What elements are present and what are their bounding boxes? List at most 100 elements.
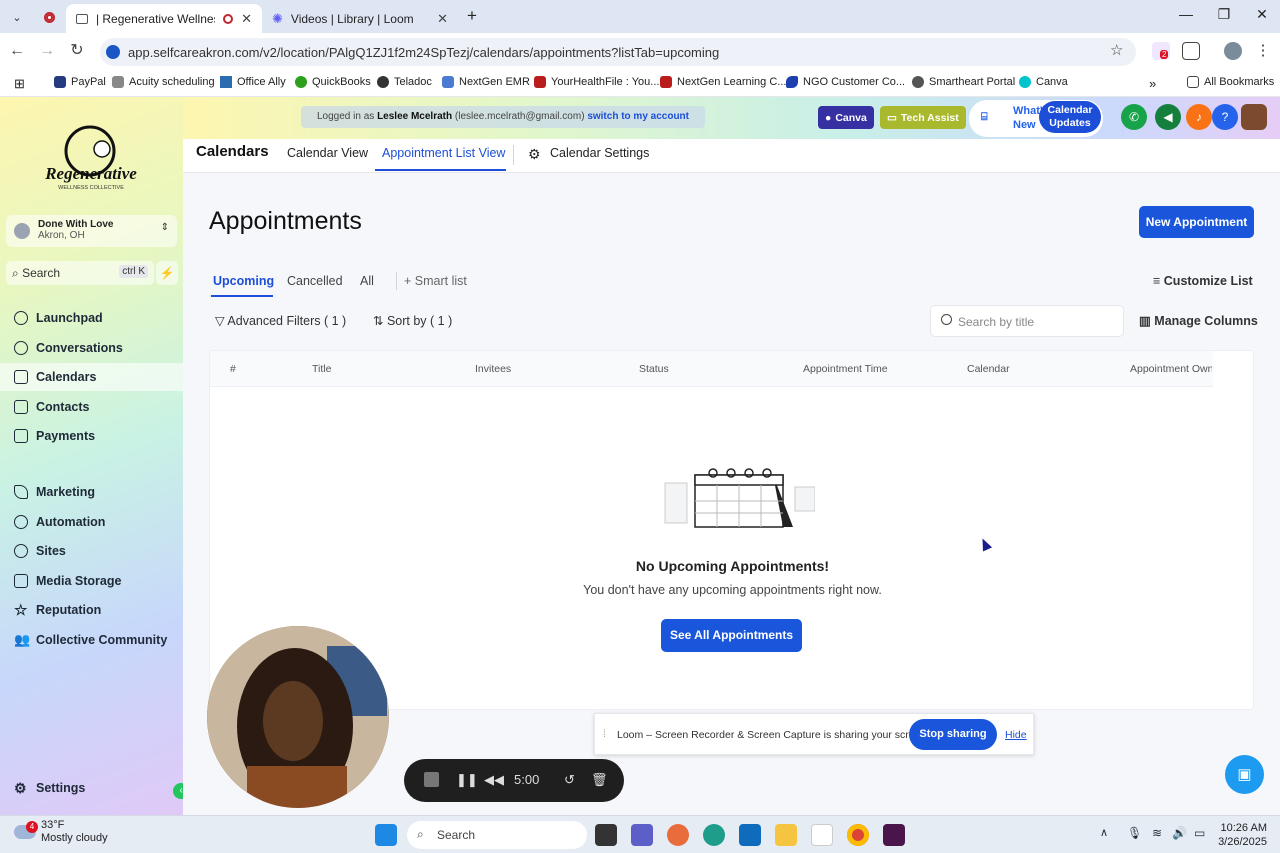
- bookmark-nextgen-learning[interactable]: NextGen Learning C...: [660, 76, 786, 88]
- sidebar-item-calendars[interactable]: Calendars: [0, 363, 183, 391]
- sidebar-item-collective-community[interactable]: 👥 Collective Community: [0, 626, 183, 654]
- copilot-icon[interactable]: [667, 824, 689, 846]
- minimize-icon[interactable]: —: [1176, 6, 1196, 26]
- bookmark-nextgen-emr[interactable]: NextGen EMR: [442, 76, 530, 88]
- sidebar-item-reputation[interactable]: ☆ Reputation: [0, 596, 183, 624]
- sidebar-item-launchpad[interactable]: Launchpad: [0, 304, 183, 332]
- switch-account-link[interactable]: switch to my account: [587, 111, 689, 122]
- tech-assist-button[interactable]: ▭ Tech Assist: [880, 106, 966, 129]
- user-avatar[interactable]: [1241, 104, 1267, 130]
- sidebar-item-marketing[interactable]: Marketing: [0, 478, 183, 506]
- account-switcher[interactable]: Done With Love Akron, OH ⇕: [6, 215, 177, 247]
- volume-icon[interactable]: 🔊: [1172, 826, 1187, 840]
- column-header[interactable]: Calendar: [967, 363, 1010, 375]
- quick-action-icon[interactable]: ⚡: [156, 261, 178, 285]
- bookmark-office-ally[interactable]: Office Ally: [220, 76, 286, 88]
- sidebar-item-sites[interactable]: Sites: [0, 537, 183, 565]
- sidebar-item-settings[interactable]: ⚙ Settings: [0, 774, 183, 802]
- taskbar-search[interactable]: ⌕ Search: [407, 821, 587, 849]
- new-appointment-button[interactable]: New Appointment: [1139, 206, 1254, 238]
- url-bar[interactable]: app.selfcareakron.com/v2/location/PAlgQ1…: [100, 38, 1136, 66]
- pause-icon[interactable]: ❚❚: [456, 772, 478, 788]
- bookmark-star-icon[interactable]: ☆: [1110, 41, 1123, 59]
- bookmark-teladoc[interactable]: Teladoc: [377, 76, 432, 88]
- bookmark-paypal[interactable]: PayPal: [54, 76, 106, 88]
- profile-avatar[interactable]: [1224, 42, 1242, 60]
- tab-appointment-list[interactable]: Appointment List View: [382, 146, 505, 160]
- bookmark-yourhealthfile[interactable]: YourHealthFile : You...: [534, 76, 659, 88]
- menu-kebab-icon[interactable]: ⋮: [1254, 42, 1272, 60]
- search-by-title-input[interactable]: Search by title: [930, 305, 1124, 337]
- system-clock[interactable]: 10:26 AM 3/26/2025: [1215, 821, 1267, 849]
- chat-support-icon[interactable]: ▣: [1225, 755, 1264, 794]
- phone-icon[interactable]: ✆: [1121, 104, 1147, 130]
- stop-sharing-button[interactable]: Stop sharing: [909, 719, 997, 750]
- tab-cancelled[interactable]: Cancelled: [287, 274, 343, 288]
- bookmarks-more[interactable]: »: [1149, 76, 1156, 91]
- bookmark-canva[interactable]: Canva: [1019, 76, 1068, 88]
- column-header[interactable]: #: [230, 363, 236, 375]
- new-tab-button[interactable]: +: [462, 6, 482, 26]
- apps-grid-icon[interactable]: ⊞: [14, 76, 25, 92]
- webcam-bubble[interactable]: [207, 626, 389, 808]
- bookmark-smartheart[interactable]: Smartheart Portal: [912, 76, 1015, 88]
- sidebar-item-conversations[interactable]: Conversations: [0, 334, 183, 362]
- extension-icon[interactable]: 2: [1152, 42, 1170, 60]
- sidebar-search[interactable]: ⌕ Search ctrl K: [6, 261, 154, 285]
- advanced-filters-button[interactable]: ▽ Advanced Filters ( 1 ): [215, 313, 346, 328]
- sidebar-item-media-storage[interactable]: Media Storage: [0, 567, 183, 595]
- bookmark-ngo[interactable]: NGO Customer Co...: [786, 76, 905, 88]
- stop-recording-icon[interactable]: [424, 772, 439, 787]
- task-view-icon[interactable]: [595, 824, 617, 846]
- wifi-icon[interactable]: ≋: [1152, 826, 1162, 840]
- restore-icon[interactable]: ❐: [1214, 6, 1234, 26]
- calendar-updates-button[interactable]: Calendar Updates: [1039, 101, 1101, 133]
- hide-link[interactable]: Hide: [1005, 729, 1027, 741]
- chrome-icon[interactable]: [847, 824, 869, 846]
- rewind-icon[interactable]: ◀◀: [484, 772, 504, 788]
- sort-by-button[interactable]: ⇅ Sort by ( 1 ): [373, 313, 452, 328]
- announcement-icon[interactable]: ◀: [1155, 104, 1181, 130]
- customize-list-button[interactable]: ≡ Customize List: [1153, 274, 1253, 288]
- close-window-icon[interactable]: ✕: [1252, 6, 1272, 26]
- bookmark-acuity[interactable]: Acuity scheduling: [112, 76, 215, 88]
- sidebar-item-payments[interactable]: Payments: [0, 422, 183, 450]
- battery-icon[interactable]: ▭: [1194, 826, 1205, 840]
- site-info-icon[interactable]: [106, 45, 120, 59]
- tab-regenerative[interactable]: | Regenerative Wellness Co ✕: [66, 4, 262, 33]
- tab-loom[interactable]: ✺ Videos | Library | Loom ✕: [262, 4, 458, 33]
- tab-calendar-settings[interactable]: Calendar Settings: [550, 146, 649, 160]
- reload-icon[interactable]: ↻: [66, 40, 88, 62]
- microphone-icon[interactable]: 🎙: [1127, 826, 1142, 840]
- slack-icon[interactable]: [883, 824, 905, 846]
- sidebar-item-automation[interactable]: Automation: [0, 508, 183, 536]
- help-icon[interactable]: ?: [1212, 104, 1238, 130]
- column-header[interactable]: Title: [312, 363, 331, 375]
- drag-handle-icon[interactable]: ⁞: [603, 728, 606, 740]
- sidebar-item-contacts[interactable]: Contacts: [0, 393, 183, 421]
- all-bookmarks[interactable]: All Bookmarks: [1187, 76, 1274, 88]
- chevron-up-icon[interactable]: ∧: [1100, 826, 1108, 839]
- edge-icon[interactable]: [703, 824, 725, 846]
- trash-icon[interactable]: 🗑: [591, 772, 608, 788]
- column-header[interactable]: Status: [639, 363, 669, 375]
- cricut-icon[interactable]: [811, 824, 833, 846]
- tab-upcoming[interactable]: Upcoming: [213, 274, 274, 288]
- record-icon[interactable]: [38, 6, 60, 28]
- column-header[interactable]: Invitees: [475, 363, 511, 375]
- tab-search-icon[interactable]: ⌄: [6, 6, 28, 28]
- close-tab-icon[interactable]: ✕: [241, 11, 252, 27]
- canva-button[interactable]: ● Canva: [818, 106, 874, 129]
- teams-icon[interactable]: [631, 824, 653, 846]
- windows-start-icon[interactable]: [375, 824, 397, 846]
- bookmark-quickbooks[interactable]: QuickBooks: [295, 76, 371, 88]
- manage-columns-button[interactable]: ▥ Manage Columns: [1139, 313, 1258, 328]
- smart-list-button[interactable]: + Smart list: [404, 274, 467, 288]
- forward-icon[interactable]: →: [36, 40, 58, 62]
- close-tab-icon[interactable]: ✕: [437, 11, 448, 27]
- back-icon[interactable]: ←: [6, 40, 28, 62]
- extensions-puzzle-icon[interactable]: [1182, 42, 1200, 60]
- restart-icon[interactable]: ↺: [564, 772, 575, 788]
- column-header[interactable]: Appointment Time: [803, 363, 888, 375]
- bell-icon[interactable]: ♪: [1186, 104, 1212, 130]
